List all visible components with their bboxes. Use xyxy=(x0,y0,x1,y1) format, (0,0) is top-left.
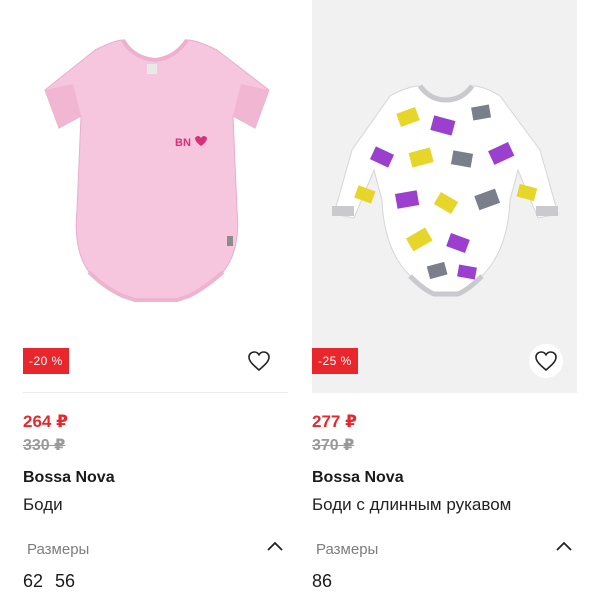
printed-longsleeve-bodysuit-image xyxy=(332,84,559,297)
brand-name[interactable]: Bossa Nova xyxy=(23,469,115,487)
product-name[interactable]: Боди xyxy=(23,495,63,515)
old-price: 370 ₽ xyxy=(312,437,355,454)
current-price: 264 ₽ xyxy=(23,412,68,431)
size-option[interactable]: 86 xyxy=(312,571,332,592)
product-card[interactable]: BN -20 % 264 ₽ 330 ₽ Bossa Nova Боди Раз… xyxy=(23,0,288,601)
product-image[interactable] xyxy=(312,0,577,393)
heart-outline-icon xyxy=(248,351,270,372)
discount-badge: -20 % xyxy=(23,348,69,374)
product-name[interactable]: Боди с длинным рукавом xyxy=(312,495,511,515)
favorite-button[interactable] xyxy=(529,344,563,378)
size-option[interactable]: 56 xyxy=(55,571,75,592)
discount-badge: -25 % xyxy=(312,348,358,374)
current-price: 277 ₽ xyxy=(312,412,357,431)
size-list: 62 56 xyxy=(23,571,75,592)
chevron-up-icon[interactable] xyxy=(554,538,574,554)
brand-logo-text: BN xyxy=(175,137,191,149)
sizes-label: Размеры xyxy=(316,541,379,558)
product-card[interactable]: -25 % 277 ₽ 370 ₽ Bossa Nova Боди с длин… xyxy=(312,0,577,601)
brand-name[interactable]: Bossa Nova xyxy=(312,469,404,487)
chevron-up-icon[interactable] xyxy=(265,538,285,554)
size-list: 86 xyxy=(312,571,332,592)
heart-outline-icon xyxy=(535,351,557,372)
size-option[interactable]: 62 xyxy=(23,571,43,592)
sizes-label: Размеры xyxy=(27,541,90,558)
old-price: 330 ₽ xyxy=(23,437,66,454)
favorite-button[interactable] xyxy=(242,344,276,378)
product-image[interactable]: BN xyxy=(23,0,288,393)
pink-bodysuit-image: BN xyxy=(44,38,270,302)
